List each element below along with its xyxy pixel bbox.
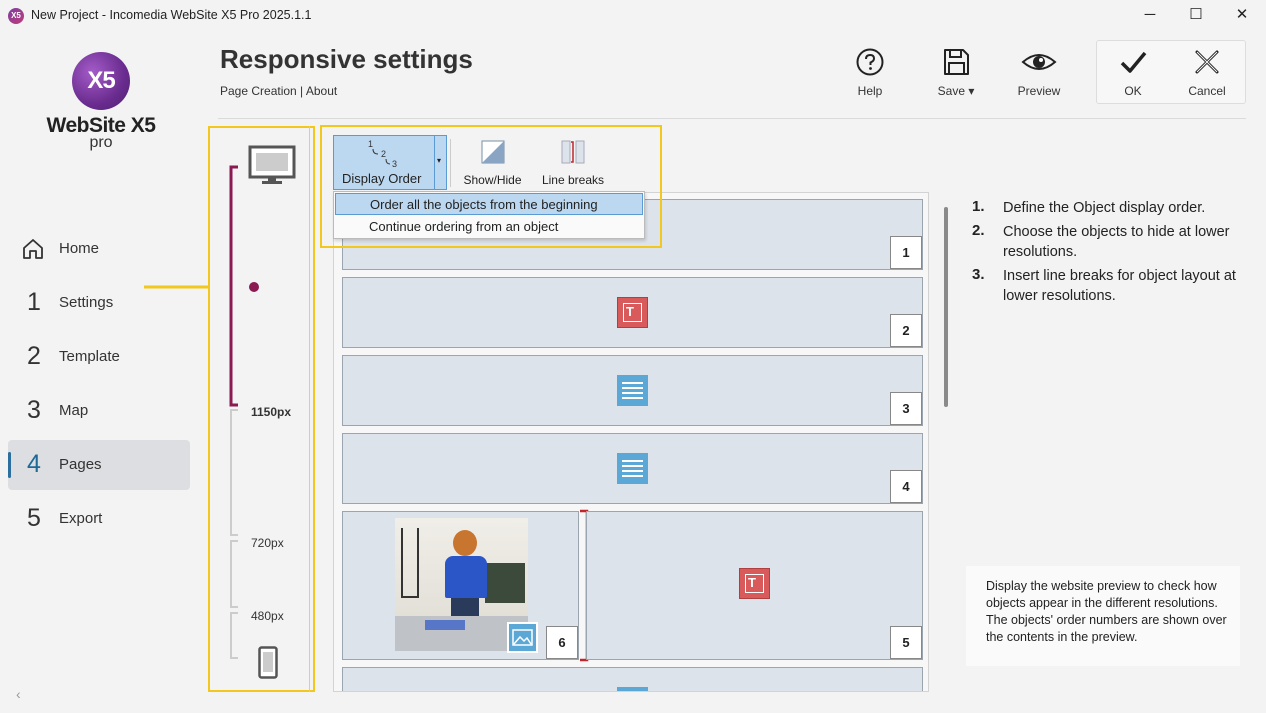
- breadcrumb[interactable]: Page Creation | About: [220, 84, 337, 98]
- nav-label: Pages: [59, 456, 102, 473]
- text-object-icon: [617, 453, 648, 484]
- help-step-number: 1.: [972, 198, 985, 215]
- help-step-text: Choose the objects to hide at lower reso…: [1003, 224, 1230, 260]
- ok-label: OK: [1124, 84, 1142, 98]
- display-order-dropdown-toggle[interactable]: ▾: [434, 136, 446, 189]
- help-button[interactable]: Help: [835, 44, 905, 98]
- breakpoint-marker[interactable]: [249, 282, 259, 292]
- ok-button[interactable]: OK: [1098, 44, 1168, 98]
- nav-label: Template: [59, 348, 120, 365]
- help-label: Help: [857, 84, 883, 98]
- help-step-number: 2.: [972, 222, 985, 239]
- grid-cell-image[interactable]: 6: [342, 511, 579, 660]
- minimize-button[interactable]: ─: [1127, 0, 1173, 32]
- grid-row[interactable]: [342, 667, 923, 691]
- collapse-sidebar-icon[interactable]: ‹: [16, 686, 21, 702]
- show-hide-icon: [481, 140, 504, 164]
- show-hide-label: Show/Hide: [463, 173, 522, 187]
- nav-item-template[interactable]: 2 Template: [8, 332, 190, 382]
- nav-label: Map: [59, 402, 89, 419]
- display-order-button[interactable]: 1 2 3 Display Order ▾: [333, 135, 447, 190]
- nav-label: Home: [59, 240, 100, 257]
- grid-row[interactable]: 4: [342, 433, 923, 504]
- grid-row[interactable]: T 2: [342, 277, 923, 348]
- nav-number: 5: [27, 504, 41, 532]
- checkmark-icon: [1120, 51, 1147, 73]
- save-button[interactable]: Save ▾: [921, 44, 991, 98]
- toolbar-separator: [450, 139, 451, 187]
- grid-cell-title[interactable]: T 5: [586, 511, 923, 660]
- cancel-button[interactable]: Cancel: [1172, 44, 1242, 98]
- maximize-button[interactable]: ☐: [1173, 0, 1219, 32]
- nav-label: Settings: [59, 294, 114, 311]
- resolution-divider: [309, 126, 310, 692]
- logo-edition: pro: [89, 134, 113, 151]
- title-object-icon: T: [739, 568, 770, 599]
- line-breaks-label: Line breaks: [541, 173, 605, 187]
- help-step-number: 3.: [972, 266, 985, 283]
- home-icon: [23, 239, 43, 259]
- title-object-icon: T: [617, 297, 648, 328]
- preview-note: Display the website preview to check how…: [986, 579, 1227, 644]
- cancel-label: Cancel: [1188, 84, 1226, 98]
- chevron-down-icon: ▾: [437, 156, 442, 165]
- cancel-icon: [1195, 50, 1219, 74]
- order-badge: 4: [890, 470, 922, 503]
- order-badge: 1: [890, 236, 922, 269]
- order-digit-1: 1: [368, 139, 373, 149]
- window-title: New Project - Incomedia WebSite X5 Pro 2…: [31, 8, 312, 22]
- save-icon: [944, 49, 969, 75]
- nav-number: 3: [27, 396, 41, 424]
- layout-grid: 1 T 2 3 4 6 T 5: [333, 192, 929, 692]
- nav-item-map[interactable]: 3 Map: [8, 386, 190, 436]
- app-icon: X5: [8, 8, 24, 24]
- nav-label: Export: [59, 510, 103, 527]
- order-badge: 2: [890, 314, 922, 347]
- order-digit-3: 3: [392, 159, 397, 168]
- save-label: Save ▾: [937, 84, 975, 98]
- resolution-1150[interactable]: 1150px: [251, 405, 291, 419]
- image-object-icon: [507, 622, 538, 653]
- mobile-icon[interactable]: [258, 646, 278, 679]
- vertical-scrollbar[interactable]: [944, 207, 948, 407]
- nav-item-home[interactable]: Home: [8, 224, 190, 274]
- title-glyph: T: [623, 303, 642, 322]
- text-object-icon: [617, 375, 648, 406]
- title-glyph: T: [745, 574, 764, 593]
- header-divider: [218, 118, 1246, 119]
- display-order-label: Display Order: [342, 171, 422, 186]
- nav-number: 2: [27, 342, 41, 370]
- help-step-text: Define the Object display order.: [1003, 200, 1206, 216]
- resolution-480[interactable]: 480px: [251, 609, 284, 623]
- logo-mark: X5: [72, 52, 130, 110]
- display-order-icon: 1 2 3: [368, 139, 397, 168]
- nav-number: 1: [27, 288, 41, 316]
- nav-item-export[interactable]: 5 Export: [8, 494, 190, 544]
- close-window-button[interactable]: ✕: [1219, 0, 1265, 32]
- preview-label: Preview: [1017, 84, 1061, 98]
- help-icon: [856, 48, 884, 76]
- help-step-text: Insert line breaks for object layout at …: [1003, 268, 1236, 304]
- menu-item-continue-ordering[interactable]: Continue ordering from an object: [335, 216, 643, 238]
- order-digit-2: 2: [381, 149, 386, 159]
- grid-row[interactable]: 3: [342, 355, 923, 426]
- order-badge: 6: [546, 626, 578, 659]
- line-break-icon: [561, 140, 585, 164]
- text-object-icon: [617, 687, 648, 691]
- page-title: Responsive settings: [220, 44, 473, 74]
- eye-icon: [1021, 54, 1057, 70]
- preview-button[interactable]: Preview: [1004, 44, 1074, 98]
- order-badge: 5: [890, 626, 922, 659]
- nav-item-pages[interactable]: 4 Pages: [8, 440, 190, 490]
- resolution-scale: [229, 165, 238, 659]
- line-breaks-button[interactable]: Line breaks: [536, 136, 610, 190]
- show-hide-button[interactable]: Show/Hide: [455, 136, 530, 190]
- resolution-720[interactable]: 720px: [251, 536, 284, 550]
- nav-number: 4: [27, 450, 41, 478]
- desktop-icon[interactable]: [248, 145, 296, 185]
- menu-item-order-all[interactable]: Order all the objects from the beginning: [335, 193, 643, 215]
- display-order-menu: Order all the objects from the beginning…: [333, 191, 645, 239]
- order-badge: 3: [890, 392, 922, 425]
